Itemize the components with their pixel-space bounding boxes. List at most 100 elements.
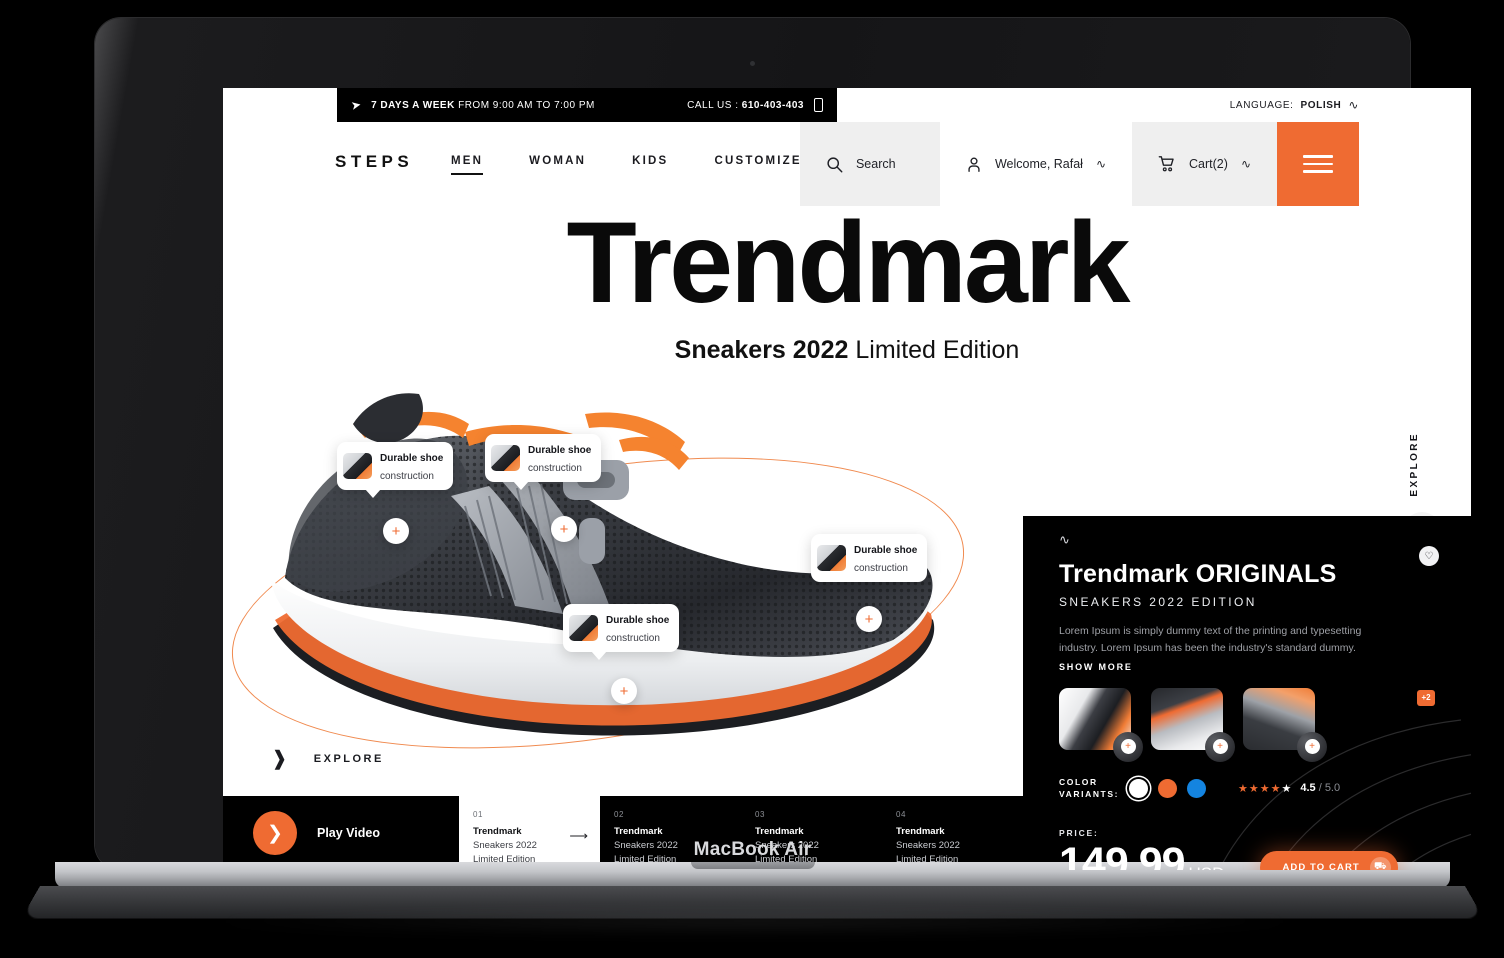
plus-icon: + [864, 610, 874, 628]
plus-icon: + [619, 682, 629, 700]
panel-content: ∿ Trendmark ORIGINALS SNEAKERS 2022 EDIT… [1023, 516, 1471, 870]
rating-separator: / [1318, 782, 1322, 795]
page-title: Trendmark [566, 199, 1130, 327]
plus-icon: + [1304, 739, 1320, 755]
hamburger-menu-button[interactable] [1277, 122, 1359, 206]
plus-icon: + [391, 522, 401, 540]
chevron-down-icon: ∿ [1095, 157, 1107, 171]
product-hero-image: Durable shoe construction Durable shoe c… [223, 388, 1033, 798]
call-us-label: CALL US : [687, 99, 739, 111]
language-selector[interactable]: LANGUAGE: POLISH ∿ [1230, 98, 1359, 112]
rating-text: 4.5 / 5.0 [1300, 782, 1340, 794]
topbar-dark-strip: ➤ 7 DAYS A WEEK FROM 9:00 AM TO 7:00 PM … [337, 88, 837, 122]
rating-group: ★★★★★ 4.5 / 5.0 [1238, 782, 1340, 795]
tooltip-text-block: Durable shoe construction [380, 448, 443, 484]
laptop-shadow [180, 906, 1330, 936]
tooltip-text: construction [854, 563, 908, 574]
paper-plane-icon: ➤ [349, 97, 363, 113]
price-row: 149.99 USD ADD TO CART ⛟ [1059, 839, 1433, 870]
swatch-blue[interactable] [1187, 778, 1206, 798]
tooltip-sole[interactable]: Durable shoe construction [563, 604, 680, 660]
search-icon [827, 156, 843, 172]
play-video-label: Play Video [317, 826, 380, 840]
account-button[interactable]: Welcome, Rafał ∿ [940, 122, 1132, 206]
nav-item-kids[interactable]: KIDS [632, 155, 668, 175]
shoe-composition: Durable shoe construction Durable shoe c… [223, 328, 1023, 798]
tooltip-text-block: Durable shoe construction [606, 610, 669, 646]
slide-number: 04 [896, 810, 907, 819]
tooltip-thumbnail-icon [569, 615, 598, 641]
hotspot-outsole[interactable]: + [611, 678, 637, 704]
language-value: POLISH [1300, 99, 1342, 111]
explore-vertical-label: EXPLORE [1374, 432, 1454, 502]
utility-topbar: ➤ 7 DAYS A WEEK FROM 9:00 AM TO 7:00 PM … [223, 88, 1471, 122]
explore-vertical-text: EXPLORE [1408, 432, 1420, 497]
cart-icon: ⛟ [1369, 856, 1391, 870]
hotspot-overlay[interactable]: + [551, 516, 577, 542]
nav-item-men[interactable]: MEN [451, 155, 484, 175]
webcam-icon [750, 61, 755, 66]
slide-number: 01 [473, 810, 484, 819]
laptop-notch [690, 862, 815, 869]
thumbnail-1[interactable]: + [1059, 687, 1143, 762]
nav-item-customize[interactable]: CUSTOMIZE [714, 155, 801, 175]
price-label: PRICE: [1059, 828, 1099, 839]
store-hours-strong: 7 DAYS A WEEK [371, 99, 455, 111]
tooltip-heel[interactable]: Durable shoe construction [337, 442, 454, 498]
price-currency: USD [1189, 864, 1225, 870]
price-value: 149.99 [1059, 839, 1186, 870]
tooltip-title: Durable shoe [854, 545, 918, 556]
slide-name: Trendmark [896, 826, 945, 837]
hotspot-midsole[interactable]: + [383, 518, 409, 544]
panel-collapse-icon[interactable]: ∿ [1059, 532, 1433, 548]
call-us-number: 610-403-403 [741, 99, 804, 111]
laptop-lid: ➤ 7 DAYS A WEEK FROM 9:00 AM TO 7:00 PM … [95, 18, 1471, 870]
call-us-group[interactable]: CALL US : 610-403-403 [687, 98, 823, 112]
main-navigation: STEPS MEN WOMAN KIDS CUSTOMIZE Search We… [223, 122, 1471, 206]
store-hours: 7 DAYS A WEEK FROM 9:00 AM TO 7:00 PM [371, 100, 595, 111]
nav-menu: MEN WOMAN KIDS CUSTOMIZE [451, 155, 802, 175]
thumbnail-3[interactable]: + [1243, 687, 1327, 762]
account-label: Welcome, Rafał [994, 157, 1083, 171]
show-more-link[interactable]: SHOW MORE [1059, 662, 1433, 672]
plus-icon: + [1212, 739, 1228, 755]
logo[interactable]: STEPS [335, 152, 413, 172]
search-button[interactable]: Search [799, 122, 940, 206]
color-variants-label: COLOR VARIANTS: [1059, 776, 1117, 802]
color-swatches [1129, 778, 1206, 798]
store-hours-rest: FROM 9:00 AM TO 7:00 PM [458, 99, 595, 111]
thumbnail-2[interactable]: + [1151, 687, 1235, 762]
swatch-orange[interactable] [1158, 778, 1177, 798]
user-icon [968, 157, 980, 172]
tooltip-text: construction [380, 471, 434, 482]
hamburger-menu-icon [1303, 150, 1333, 178]
nav-item-woman[interactable]: WOMAN [529, 155, 586, 175]
more-thumbnails-badge[interactable]: +2 [1417, 689, 1435, 706]
thumbnail-gallery: + + + +2 [1059, 687, 1435, 762]
tooltip-thumbnail-icon [817, 545, 846, 571]
explore-left-button[interactable]: ❱ EXPLORE [271, 746, 384, 771]
product-title: Trendmark ORIGINALS [1059, 560, 1337, 588]
tooltip-text: construction [528, 463, 582, 474]
color-variants-row: COLOR VARIANTS: ★★★★★ 4.5 / 5.0 [1059, 776, 1433, 802]
add-to-cart-button[interactable]: ADD TO CART ⛟ [1260, 850, 1398, 870]
cart-button[interactable]: Cart(2) ∿ [1132, 122, 1277, 206]
thumbnail-1-zoom-button[interactable]: + [1113, 731, 1143, 762]
hotspot-toe[interactable]: + [856, 606, 882, 632]
nav-actions: Search Welcome, Rafał ∿ Cart(2) ∿ [799, 122, 1359, 206]
thumbnail-2-zoom-button[interactable]: + [1205, 731, 1235, 762]
chevron-right-icon: ❱ [271, 748, 288, 770]
add-to-cart-label: ADD TO CART [1282, 861, 1360, 870]
tooltip-title: Durable shoe [528, 445, 592, 456]
tooltip-lace[interactable]: Durable shoe construction [485, 434, 602, 490]
tooltip-toebox[interactable]: Durable shoe construction [811, 534, 928, 582]
thumbnail-3-zoom-button[interactable]: + [1297, 731, 1327, 762]
rating-value: 4.5 [1300, 782, 1316, 795]
screenshot-stage: ➤ 7 DAYS A WEEK FROM 9:00 AM TO 7:00 PM … [0, 0, 1504, 958]
cart-icon [1158, 156, 1174, 172]
swatch-white[interactable] [1129, 778, 1148, 798]
language-label: LANGUAGE: [1229, 99, 1294, 111]
color-variants-label-line1: COLOR [1059, 776, 1098, 787]
slide-number: 02 [614, 810, 625, 819]
search-label: Search [855, 157, 896, 171]
